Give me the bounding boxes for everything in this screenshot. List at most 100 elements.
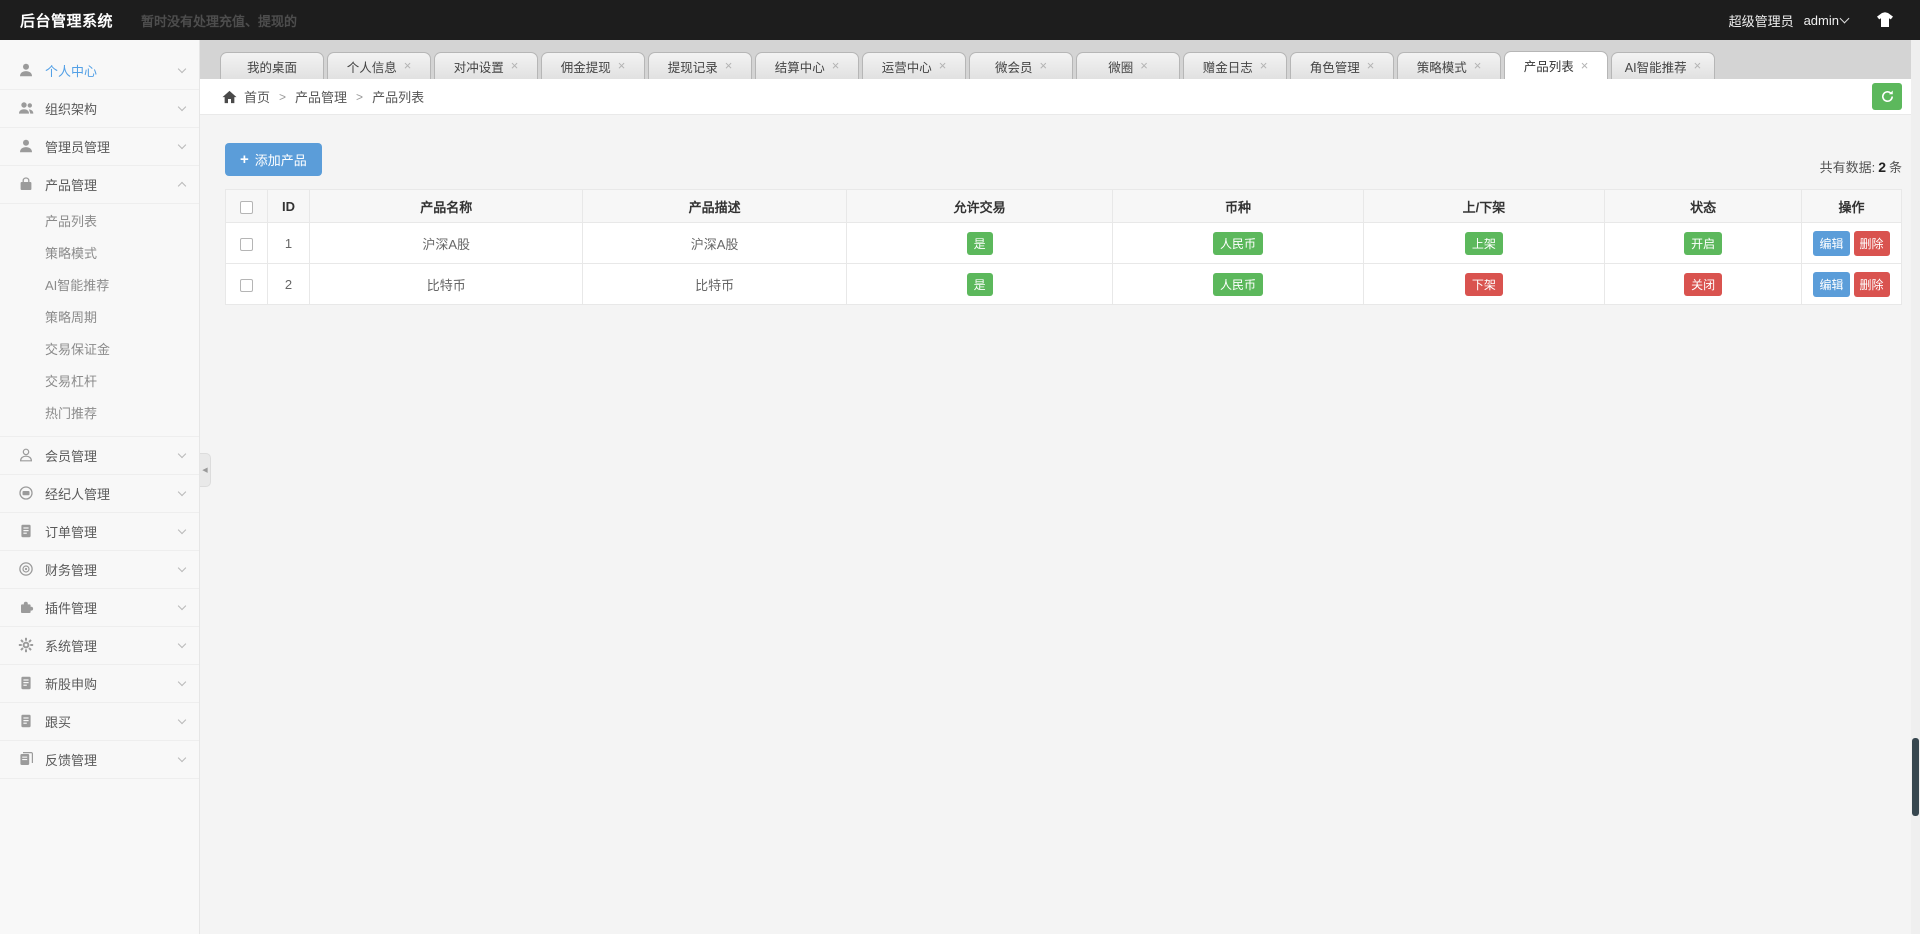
username-menu[interactable]: admin <box>1804 13 1852 28</box>
scrollbar-track[interactable] <box>1911 40 1920 934</box>
tab-product-list[interactable]: 产品列表 × <box>1504 51 1608 79</box>
cell-allow-trade: 是 <box>845 263 1114 305</box>
tab-close-icon[interactable]: × <box>832 59 840 72</box>
tab-close-icon[interactable]: × <box>1140 59 1148 72</box>
sidebar-item-member-management[interactable]: 会员管理 <box>0 437 199 475</box>
bag-icon <box>18 176 35 193</box>
cell-currency: 人民币 <box>1112 263 1364 305</box>
tab-close-icon[interactable]: × <box>725 59 733 72</box>
table-row: 1 沪深A股 沪深A股是人民币 上架 开启 编辑 删除 <box>225 222 1902 264</box>
sidebar-subitem-product-list[interactable]: 产品列表 <box>0 206 199 238</box>
allow-trade-badge: 是 <box>966 231 993 255</box>
row-checkbox[interactable] <box>240 237 253 251</box>
tab-bonus-log[interactable]: 赠金日志 × <box>1183 52 1287 79</box>
theme-shirt-icon[interactable] <box>1876 12 1894 28</box>
topbar-notice: 暂时没有处理充值、提现的 <box>141 13 298 29</box>
row-checkbox[interactable] <box>240 278 253 292</box>
tab-close-icon[interactable]: × <box>511 59 519 72</box>
breadcrumb-item[interactable]: 首页 <box>244 87 270 106</box>
tab-label: 角色管理 <box>1309 60 1360 75</box>
cell-allow-trade: 是 <box>845 222 1114 264</box>
sidebar-item-broker-management[interactable]: 经纪人管理 <box>0 475 199 513</box>
tab-close-icon[interactable]: × <box>1039 59 1047 72</box>
sidebar-item-label: 跟买 <box>45 715 72 730</box>
delete-button[interactable]: 删除 <box>1853 230 1890 256</box>
tab-micro-circle[interactable]: 微圈 × <box>1076 52 1180 79</box>
toolbar: + 添加产品 共有数据: 2 条 <box>225 143 1902 176</box>
delete-button[interactable]: 删除 <box>1853 271 1890 297</box>
breadcrumb-item[interactable]: 产品管理 <box>295 87 347 106</box>
finance-icon <box>18 561 35 578</box>
member-icon <box>18 447 35 464</box>
tab-personal-info[interactable]: 个人信息 × <box>327 52 431 79</box>
refresh-button[interactable] <box>1872 83 1902 110</box>
tab-my-desktop[interactable]: 我的桌面 <box>220 52 324 79</box>
sidebar-submenu: 产品列表 策略模式 AI智能推荐 策略周期 交易保证金 交易杠杆 热门推荐 <box>0 204 199 437</box>
tab-close-icon[interactable]: × <box>618 59 626 72</box>
sidebar-item-organization[interactable]: 组织架构 <box>0 90 199 128</box>
chevron-down-icon <box>177 601 187 611</box>
edit-button[interactable]: 编辑 <box>1813 230 1850 256</box>
tab-operation-center[interactable]: 运营中心 × <box>862 52 966 79</box>
tab-close-icon[interactable]: × <box>1694 59 1702 72</box>
tab-close-icon[interactable]: × <box>1367 59 1375 72</box>
tab-hedge-settings[interactable]: 对冲设置 × <box>434 52 538 79</box>
sidebar-item-finance-management[interactable]: 财务管理 <box>0 551 199 589</box>
breadcrumb-item[interactable]: 产品列表 <box>372 87 424 106</box>
cell-currency: 人民币 <box>1112 222 1364 264</box>
tab-settlement-center[interactable]: 结算中心 × <box>755 52 859 79</box>
tab-close-icon[interactable]: × <box>1260 59 1268 72</box>
tab-withdraw-records[interactable]: 提现记录 × <box>648 52 752 79</box>
column-header: 操作 <box>1801 189 1902 223</box>
sidebar-item-plugin-management[interactable]: 插件管理 <box>0 589 199 627</box>
tab-micro-member[interactable]: 微会员 × <box>969 52 1073 79</box>
column-header: 上/下架 <box>1362 189 1606 223</box>
sidebar-item-label: 反馈管理 <box>45 753 98 768</box>
cell-id: 2 <box>267 263 310 305</box>
tab-close-icon[interactable]: × <box>404 59 412 72</box>
chevron-down-icon <box>177 753 187 763</box>
cell-actions: 编辑 删除 <box>1801 263 1902 305</box>
sidebar-item-label: 产品管理 <box>45 178 98 193</box>
sidebar-subitem-hot-recommend[interactable]: 热门推荐 <box>0 398 199 430</box>
tab-ai-recommend[interactable]: AI智能推荐 × <box>1611 52 1715 79</box>
sidebar-item-order-management[interactable]: 订单管理 <box>0 513 199 551</box>
cell-status: 关闭 <box>1604 263 1802 305</box>
tab-close-icon[interactable]: × <box>1581 59 1589 72</box>
chevron-down-icon <box>1839 13 1850 24</box>
edit-button[interactable]: 编辑 <box>1813 271 1850 297</box>
sidebar-subitem-strategy-mode[interactable]: 策略模式 <box>0 238 199 270</box>
sidebar-item-personal-center[interactable]: 个人中心 <box>0 52 199 90</box>
main-content: + 添加产品 共有数据: 2 条 ID 产品名称 产品描述 允许交易 币种 上/下架 状态 操作 … <box>200 115 1920 934</box>
sidebar-collapse-handle[interactable]: ◀ <box>200 453 211 487</box>
sidebar-subitem-strategy-cycle[interactable]: 策略周期 <box>0 302 199 334</box>
sidebar-item-system-management[interactable]: 系统管理 <box>0 627 199 665</box>
total-count: 共有数据: 2 条 <box>1819 159 1902 175</box>
tab-label: 我的桌面 <box>246 60 297 75</box>
sidebar-item-admin-management[interactable]: 管理员管理 <box>0 128 199 166</box>
doc-icon <box>18 675 35 692</box>
add-product-button[interactable]: + 添加产品 <box>225 143 322 176</box>
scrollbar-thumb[interactable] <box>1912 738 1919 816</box>
tab-close-icon[interactable]: × <box>1474 59 1482 72</box>
sidebar-subitem-ai-recommend[interactable]: AI智能推荐 <box>0 270 199 302</box>
breadcrumb-separator: > <box>356 89 364 104</box>
sidebar-item-label: 会员管理 <box>45 449 98 464</box>
tab-label: 个人信息 <box>346 60 397 75</box>
sidebar-item-feedback-management[interactable]: 反馈管理 <box>0 741 199 779</box>
sidebar-item-new-stock[interactable]: 新股申购 <box>0 665 199 703</box>
sidebar-item-product-management[interactable]: 产品管理 <box>0 166 199 204</box>
tab-role-management[interactable]: 角色管理 × <box>1290 52 1394 79</box>
sidebar-item-follow-buy[interactable]: 跟买 <box>0 703 199 741</box>
gear-icon <box>18 637 35 654</box>
sidebar-subitem-trade-margin[interactable]: 交易保证金 <box>0 334 199 366</box>
tab-commission-withdraw[interactable]: 佣金提现 × <box>541 52 645 79</box>
chevron-down-icon <box>177 102 187 112</box>
select-all-checkbox[interactable] <box>240 200 253 214</box>
product-table: ID 产品名称 产品描述 允许交易 币种 上/下架 状态 操作 1 沪深A股 沪深A股是人民币 上架… <box>225 189 1902 305</box>
sidebar-subitem-trade-leverage[interactable]: 交易杠杆 <box>0 366 199 398</box>
chevron-down-icon <box>177 487 187 497</box>
tab-strategy-mode[interactable]: 策略模式 × <box>1397 52 1501 79</box>
cell-product-name: 沪深A股 <box>308 222 584 264</box>
tab-close-icon[interactable]: × <box>939 59 947 72</box>
